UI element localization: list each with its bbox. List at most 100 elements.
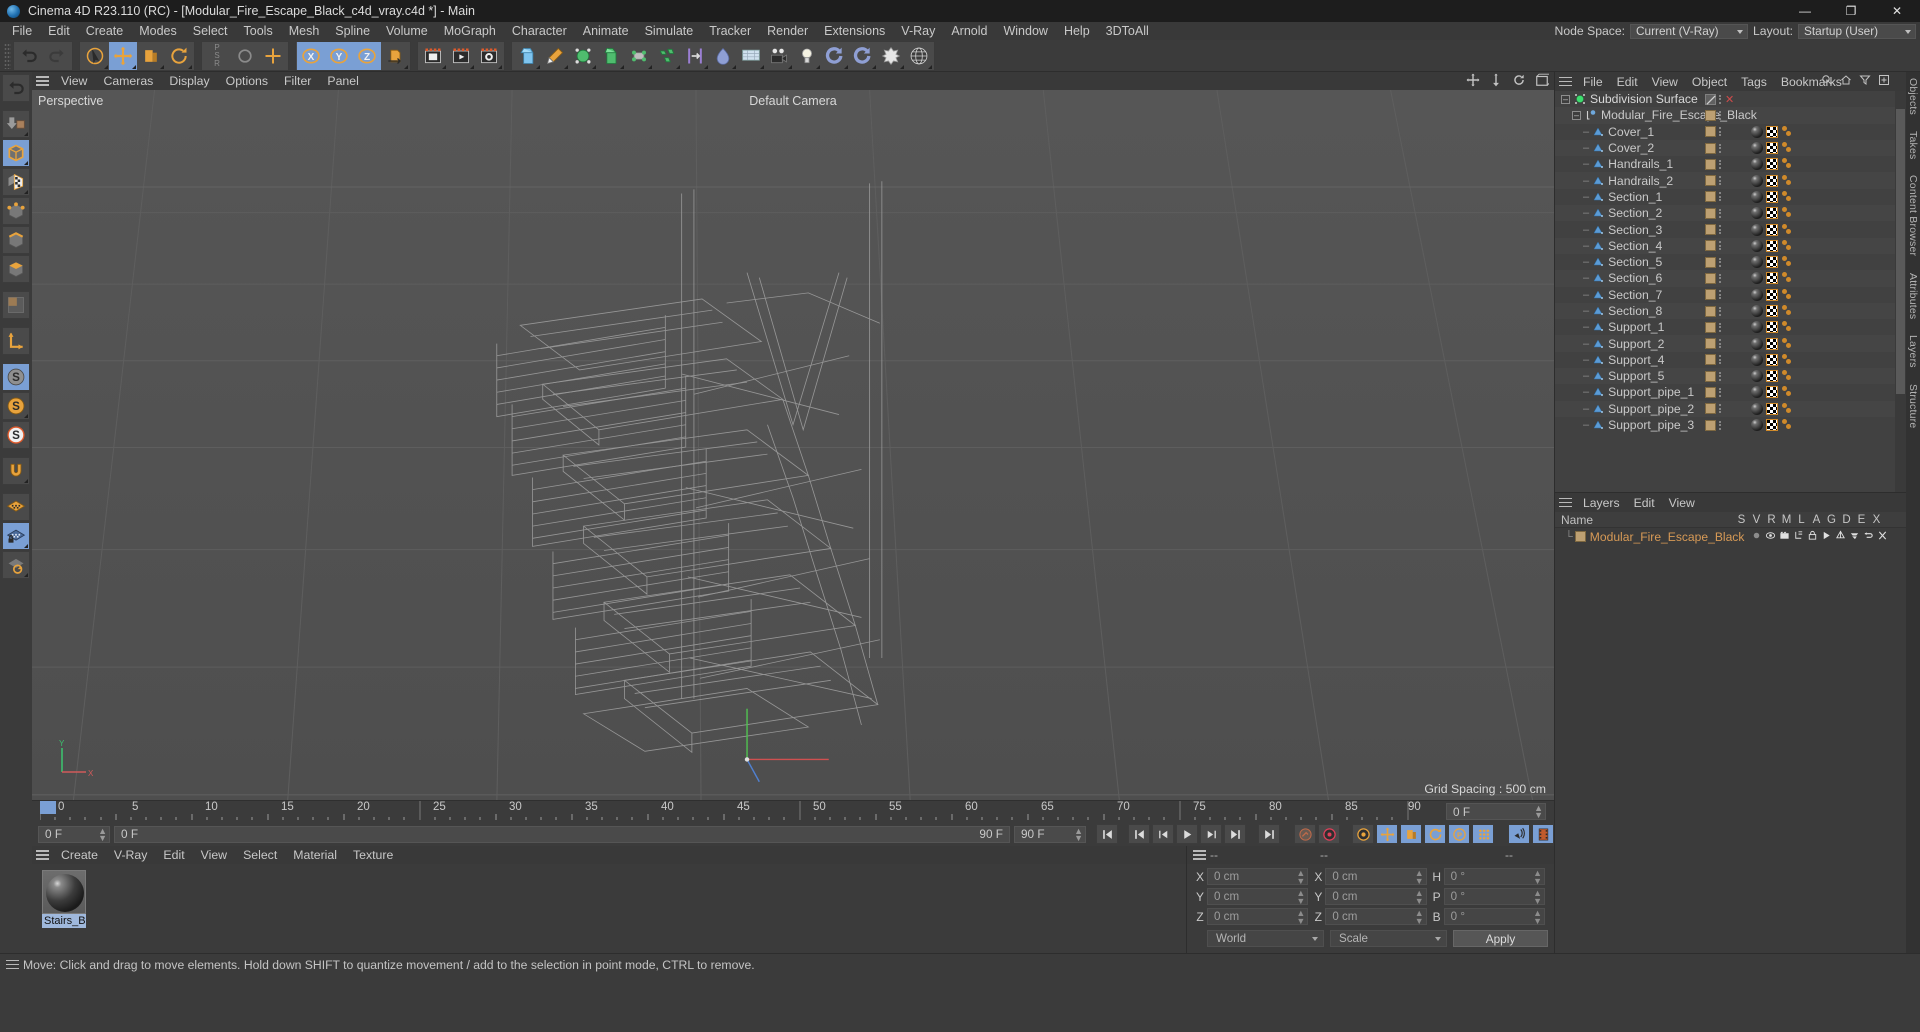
uv-tag-icon[interactable] (1766, 419, 1778, 432)
object-row[interactable]: – Handrails_2 (1555, 172, 1906, 189)
visible-eye-icon[interactable] (1765, 530, 1776, 544)
viewport-rotate-icon[interactable] (1512, 73, 1526, 90)
delete-tag-icon[interactable]: ✕ (1725, 93, 1734, 106)
frame-stepper-right[interactable]: ▲ ▼ (1534, 804, 1543, 820)
timeline-ruler[interactable]: 0 5 10 15 20 25 30 35 40 45 50 55 60 65 … (32, 800, 1554, 823)
coord-rotation-h-input[interactable]: 0 ° ▲ ▼ (1443, 868, 1545, 886)
visibility-dots-icon[interactable] (1716, 94, 1724, 105)
model-mode-button[interactable] (2, 139, 30, 167)
expression-icon[interactable] (1863, 530, 1874, 544)
uv-tag-icon[interactable] (1766, 272, 1778, 285)
viewport-solo-button[interactable]: S (2, 421, 30, 449)
snap-magnet-button[interactable] (2, 457, 30, 485)
selection-tag-icon[interactable] (1781, 174, 1795, 187)
viewport-menu-options[interactable]: Options (218, 74, 276, 88)
world-coordinates-toggle[interactable] (231, 42, 259, 70)
position-key-button[interactable] (1376, 824, 1398, 844)
material-item[interactable]: Stairs_Br (42, 870, 86, 928)
object-layer-swatch[interactable] (1705, 142, 1716, 154)
menu-item-window[interactable]: Window (995, 22, 1055, 40)
selection-tag-icon[interactable] (1781, 353, 1795, 366)
menu-item-file[interactable]: File (4, 22, 40, 40)
object-layer-swatch[interactable] (1705, 126, 1716, 138)
uv-tag-icon[interactable] (1766, 305, 1778, 317)
scale-key-button[interactable] (1400, 824, 1422, 844)
vtab-content-browser[interactable]: Content Browser (1907, 175, 1919, 256)
visibility-dots-icon[interactable] (1716, 338, 1724, 349)
visibility-dots-icon[interactable] (1716, 322, 1724, 333)
play-button[interactable] (1176, 824, 1198, 844)
texture-mode-button[interactable] (2, 168, 30, 196)
coord-size-x-input[interactable]: 0 cm ▲ ▼ (1325, 868, 1427, 886)
selection-tag-icon[interactable] (1781, 370, 1795, 382)
object-layer-swatch[interactable] (1705, 354, 1716, 366)
make-editable-button[interactable] (2, 110, 30, 138)
coord-position-y-input[interactable]: 0 cm ▲ ▼ (1207, 888, 1309, 906)
selection-tag-icon[interactable] (1781, 256, 1795, 268)
render-view-button[interactable] (419, 42, 447, 70)
material-menu-edit[interactable]: Edit (155, 848, 192, 862)
lock-z-axis[interactable]: Z (353, 41, 381, 70)
object-layer-swatch[interactable] (1705, 370, 1716, 382)
param-key-button[interactable]: P (1448, 824, 1470, 844)
material-tag-icon[interactable] (1751, 190, 1763, 203)
object-row[interactable]: – Section_2 (1555, 205, 1906, 222)
object-menu-view[interactable]: View (1645, 75, 1685, 89)
layout-select[interactable]: Startup (User) (1798, 23, 1916, 39)
selection-tag-icon[interactable] (1781, 239, 1795, 252)
visibility-dots-icon[interactable] (1716, 403, 1724, 414)
rotation-key-button[interactable] (1424, 824, 1446, 844)
object-menu-tags[interactable]: Tags (1734, 75, 1774, 89)
selection-tag-icon[interactable] (1781, 321, 1795, 333)
material-menu-material[interactable]: Material (285, 848, 345, 862)
uv-mode-button[interactable] (2, 291, 30, 319)
add-dynamics-button[interactable] (709, 42, 737, 70)
add-floor-button[interactable] (737, 42, 765, 70)
object-row[interactable]: – Support_5 (1555, 368, 1906, 385)
record-active-objects-button[interactable] (1294, 824, 1316, 844)
uv-tag-icon[interactable] (1766, 174, 1778, 187)
material-menu-select[interactable]: Select (235, 848, 285, 862)
menu-item-tracker[interactable]: Tracker (701, 22, 759, 40)
material-tag-icon[interactable] (1751, 272, 1763, 285)
coord-rotation-b-stepper[interactable]: ▲ ▼ (1533, 909, 1542, 926)
sound-button[interactable] (1508, 824, 1530, 844)
menu-item-edit[interactable]: Edit (40, 22, 78, 40)
object-row[interactable]: – Support_4 (1555, 352, 1906, 368)
visibility-dots-icon[interactable] (1716, 387, 1724, 398)
menu-item-create[interactable]: Create (78, 22, 132, 40)
object-row[interactable]: – Support_pipe_1 (1555, 384, 1906, 400)
object-manager-hamburger-icon[interactable] (1559, 76, 1572, 87)
viewport-3d[interactable]: Perspective Default Camera Grid Spacing … (32, 90, 1554, 800)
menu-item-spline[interactable]: Spline (327, 22, 378, 40)
object-row[interactable]: – Section_4 (1555, 237, 1906, 254)
layer-row[interactable]: └ Modular_Fire_Escape_Black (1555, 528, 1906, 545)
undo-button[interactable] (15, 42, 43, 70)
object-row[interactable]: – Support_pipe_3 (1555, 417, 1906, 433)
enable-deformers-button[interactable]: S (2, 392, 30, 420)
viewport-menu-view[interactable]: View (53, 74, 95, 88)
max-frame-field[interactable]: 90 F ▲ ▼ (1014, 825, 1086, 843)
object-row[interactable]: – Section_6 (1555, 270, 1906, 287)
step-forward-button[interactable] (1200, 824, 1222, 844)
uv-tag-icon[interactable] (1766, 190, 1778, 203)
toolbar-grip[interactable] (4, 42, 11, 69)
object-row[interactable]: – Support_1 (1555, 319, 1906, 335)
object-row[interactable]: – Subdivision Surface ✕ (1555, 91, 1906, 107)
material-tag-icon[interactable] (1751, 288, 1763, 301)
solo-dot-icon[interactable] (1751, 530, 1762, 544)
manager-tree-icon[interactable] (1793, 530, 1804, 544)
material-tag-icon[interactable] (1751, 419, 1763, 432)
uv-tag-icon[interactable] (1766, 223, 1778, 236)
autokeying-button[interactable] (1318, 824, 1340, 844)
expand-collapse-icon[interactable]: – (1572, 110, 1581, 120)
playback-range-bar[interactable]: 0 F 90 F (114, 825, 1010, 843)
coordinate-mode-select[interactable]: Scale (1330, 930, 1447, 947)
object-row[interactable]: – Section_7 (1555, 287, 1906, 303)
lock-y-axis[interactable]: Y (325, 41, 353, 70)
minimize-button[interactable]: — (1782, 0, 1828, 22)
deformer-icon[interactable] (1849, 530, 1860, 544)
material-tag-icon[interactable] (1751, 353, 1763, 366)
uv-tag-icon[interactable] (1766, 386, 1778, 399)
lock-workplane-button[interactable] (2, 522, 30, 550)
